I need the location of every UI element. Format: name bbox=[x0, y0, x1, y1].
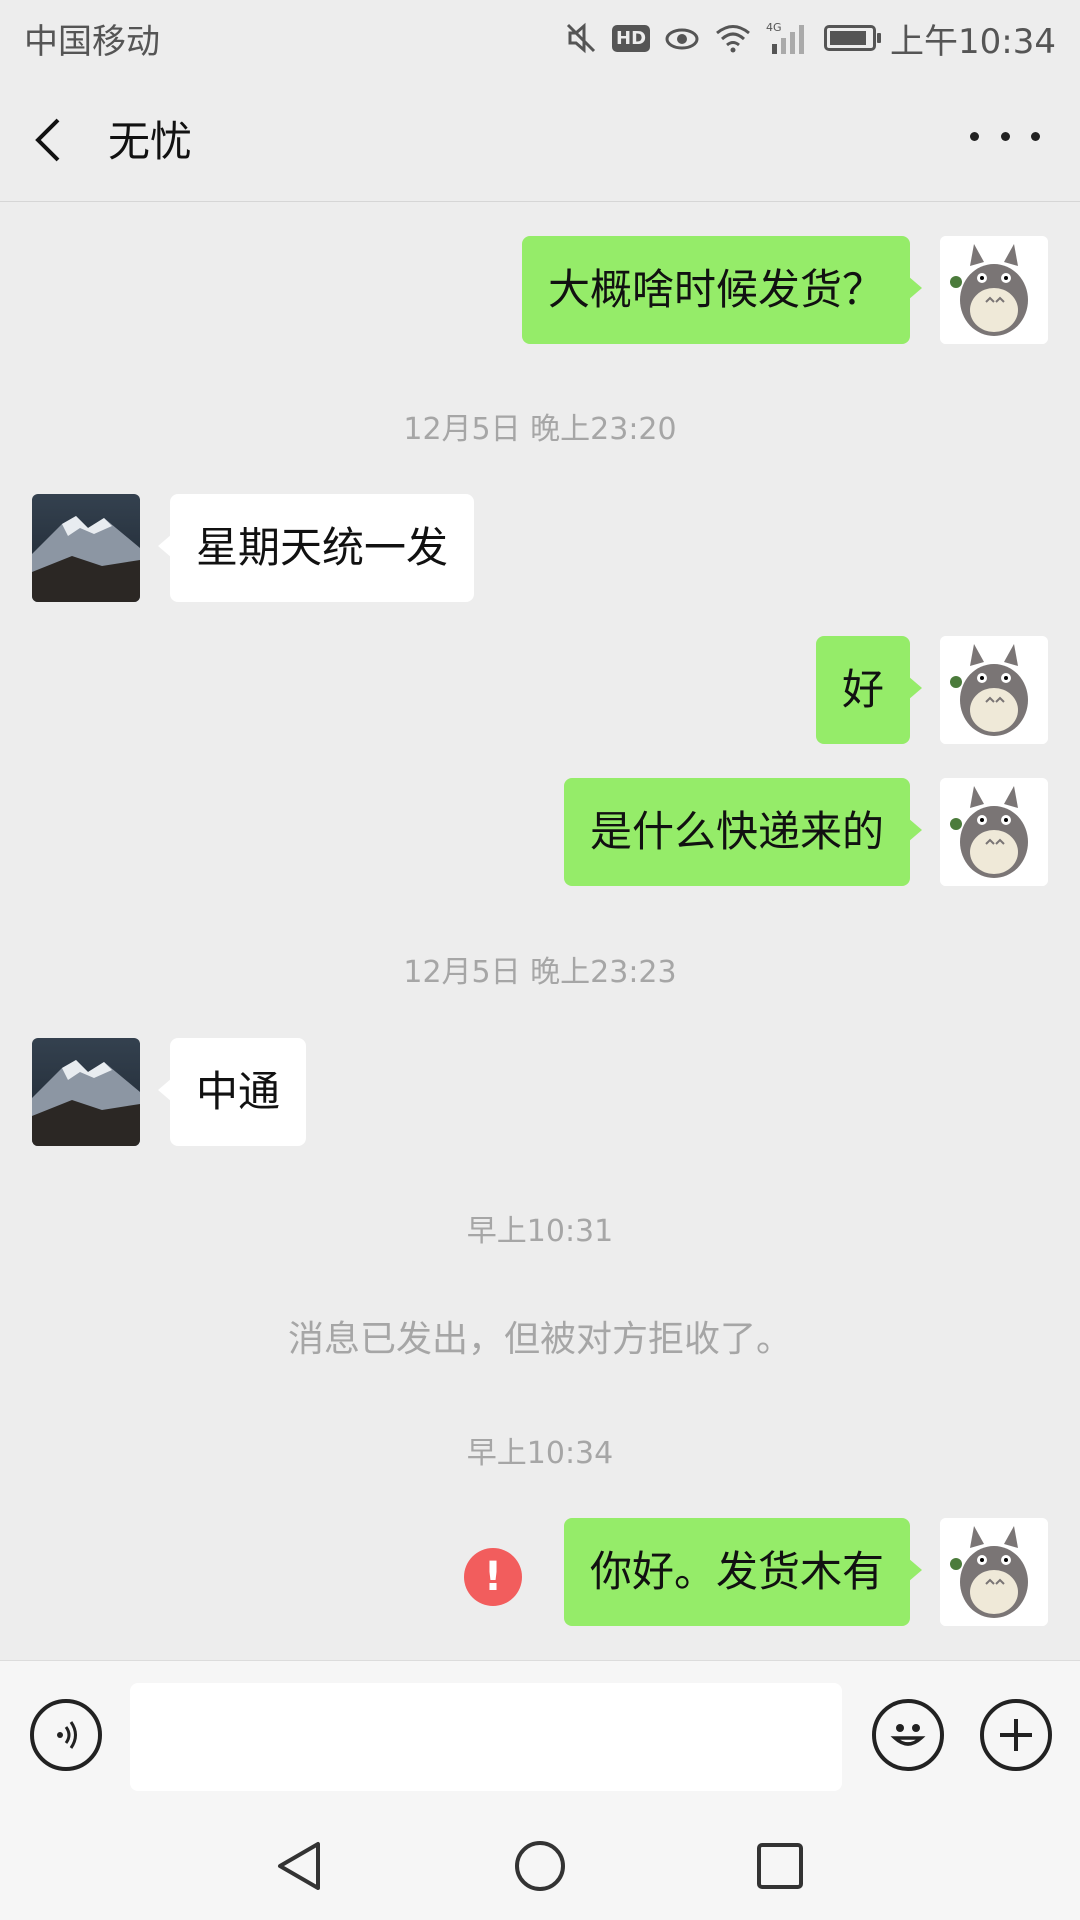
dot-icon bbox=[970, 131, 979, 141]
dot-icon bbox=[1000, 131, 1010, 141]
nav-recents-icon bbox=[757, 1843, 803, 1889]
message-bubble[interactable]: 星期天统一发 bbox=[157, 494, 475, 602]
message-row: 好 bbox=[0, 636, 1080, 748]
signal-icon: 4G bbox=[766, 20, 810, 56]
message-row: 是什么快递来的 bbox=[0, 778, 1080, 890]
timestamp: 12月5日 晚上23:20 bbox=[403, 412, 677, 447]
more-options-button[interactable] bbox=[970, 116, 1040, 156]
chevron-left-icon bbox=[35, 118, 60, 162]
my-avatar[interactable] bbox=[940, 636, 1048, 744]
mute-icon bbox=[564, 21, 598, 55]
my-avatar[interactable] bbox=[940, 1518, 1048, 1626]
nav-recents-button[interactable] bbox=[752, 1838, 808, 1894]
eye-icon bbox=[664, 23, 700, 53]
nav-back-button[interactable] bbox=[272, 1838, 328, 1894]
status-time: 上午10:34 bbox=[890, 21, 1056, 62]
status-icons: HD 4G 上午10:34 bbox=[564, 14, 1056, 63]
message-row: 中通 bbox=[0, 1038, 1080, 1150]
system-nav-bar bbox=[0, 1810, 1080, 1920]
carrier-label: 中国移动 bbox=[24, 21, 160, 62]
send-failed-icon[interactable]: ! bbox=[464, 1548, 522, 1606]
message-bubble[interactable]: 好 bbox=[815, 636, 923, 744]
contact-avatar[interactable] bbox=[32, 494, 140, 602]
system-notice: 消息已发出，但被对方拒收了。 bbox=[287, 1319, 792, 1360]
wifi-icon bbox=[714, 23, 752, 53]
message-bubble[interactable]: 你好。发货木有 bbox=[563, 1518, 923, 1626]
network-type: 4G bbox=[766, 21, 782, 34]
message-bubble[interactable]: 中通 bbox=[157, 1038, 307, 1146]
plus-button[interactable] bbox=[980, 1699, 1052, 1771]
nav-back-icon bbox=[278, 1842, 320, 1890]
voice-button[interactable] bbox=[30, 1699, 102, 1771]
plus-icon bbox=[1000, 1719, 1032, 1751]
nav-home-icon bbox=[515, 1841, 565, 1891]
message-bubble[interactable]: 大概啥时候发货？ bbox=[521, 236, 923, 344]
message-bubble[interactable]: 是什么快递来的 bbox=[563, 778, 923, 886]
emoji-icon bbox=[890, 1724, 926, 1746]
chat-header: 无忧 bbox=[0, 76, 1080, 202]
nav-home-button[interactable] bbox=[512, 1838, 568, 1894]
voice-icon bbox=[57, 1721, 77, 1749]
message-row: 大概啥时候发货？ bbox=[0, 236, 1080, 348]
timestamp: 早上10:31 bbox=[466, 1214, 614, 1249]
hd-icon: HD bbox=[612, 24, 651, 52]
message-row: 星期天统一发 bbox=[0, 494, 1080, 606]
my-avatar[interactable] bbox=[940, 236, 1048, 344]
timestamp: 12月5日 晚上23:23 bbox=[403, 955, 677, 990]
chat-input-bar bbox=[0, 1660, 1080, 1810]
my-avatar[interactable] bbox=[940, 778, 1048, 886]
timestamp: 早上10:34 bbox=[466, 1436, 614, 1471]
dot-icon bbox=[1031, 131, 1040, 141]
message-row: ! 你好。发货木有 bbox=[0, 1518, 1080, 1630]
emoji-button[interactable] bbox=[872, 1699, 944, 1771]
battery-icon bbox=[824, 25, 882, 51]
chat-title: 无忧 bbox=[108, 117, 193, 166]
status-bar: 中国移动 HD 4G 上午10:34 bbox=[0, 0, 1080, 76]
contact-avatar[interactable] bbox=[32, 1038, 140, 1146]
message-input[interactable] bbox=[130, 1683, 842, 1791]
back-button[interactable] bbox=[28, 106, 88, 172]
